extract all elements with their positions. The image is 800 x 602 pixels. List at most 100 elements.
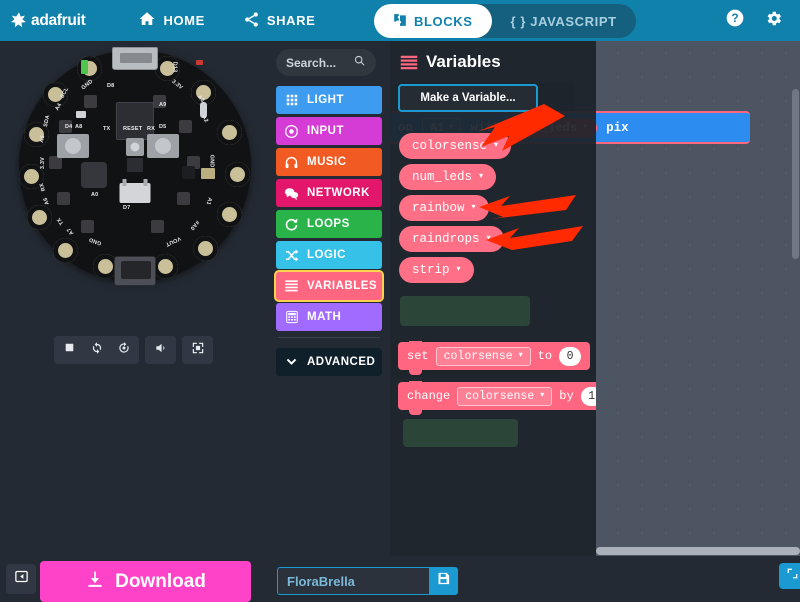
set-variable-block[interactable]: set colorsense ▾ to 0	[398, 342, 590, 370]
variable-pill-label: raindrops	[412, 232, 480, 246]
mute-button[interactable]	[147, 338, 174, 362]
restart-button[interactable]	[83, 338, 110, 362]
download-button[interactable]: Download	[40, 561, 251, 602]
loop-arrow-icon	[284, 217, 299, 232]
variable-pill-raindrops[interactable]: raindrops▾	[399, 226, 504, 252]
fullscreen-button[interactable]	[184, 338, 211, 362]
chevron-down-icon	[284, 355, 299, 370]
chat-bubble-icon	[284, 186, 299, 201]
settings-button[interactable]	[756, 4, 790, 38]
toolbox-category-logic[interactable]: LOGIC	[276, 241, 382, 269]
accelerometer[interactable]	[127, 158, 143, 172]
label-a8: A8	[75, 124, 82, 130]
project-name-input[interactable]	[277, 567, 429, 595]
flyout-faded-block-bottom	[403, 419, 518, 447]
workspace-vertical-scrollbar[interactable]	[792, 89, 799, 259]
label-a0s: A0	[91, 192, 98, 198]
chevron-down-icon: ▾	[472, 204, 476, 212]
toolbox-category-advanced[interactable]: ADVANCED	[276, 348, 382, 376]
toolbox-category-variables[interactable]: VARIABLES	[276, 272, 382, 300]
neopixel-5	[151, 220, 164, 233]
slide-switch-d7[interactable]	[120, 183, 151, 203]
home-button[interactable]: HOME	[125, 0, 217, 41]
pad-rx-a6[interactable]	[27, 205, 52, 230]
variable-pill-rainbow[interactable]: rainbow ▾	[399, 195, 489, 221]
toolbox-category-loops[interactable]: LOOPS	[276, 210, 382, 238]
change-value-input[interactable]: 1	[581, 387, 596, 406]
target-icon	[284, 124, 299, 139]
set-value-input[interactable]: 0	[559, 347, 581, 366]
toolbox-category-math[interactable]: MATH	[276, 303, 382, 331]
simulator-controls	[54, 336, 213, 364]
toolbox-category-input[interactable]: INPUT	[276, 117, 382, 145]
variable-pill-colorsense[interactable]: colorsense▾	[399, 133, 511, 159]
toolbox-category-label: INPUT	[307, 125, 344, 137]
zoom-corner-button[interactable]	[779, 563, 800, 589]
audio-controls	[145, 336, 176, 364]
pad-a1[interactable]	[217, 202, 242, 227]
toolbox-category-label: VARIABLES	[307, 280, 377, 292]
search-icon	[353, 54, 366, 72]
slow-motion-icon	[117, 341, 131, 360]
share-button[interactable]: SHARE	[230, 0, 329, 41]
download-label: Download	[115, 571, 206, 593]
stop-button[interactable]	[56, 338, 83, 362]
pad-vout[interactable]	[153, 254, 178, 279]
button-b-d5[interactable]	[147, 134, 179, 158]
chevron-down-icon: ▾	[457, 266, 461, 274]
slow-motion-button[interactable]	[110, 338, 137, 362]
variable-pill-strip[interactable]: strip▾	[399, 257, 474, 283]
tab-javascript[interactable]: { } JAVASCRIPT	[492, 4, 636, 38]
workspace-horizontal-scrollbar[interactable]	[596, 547, 800, 555]
adafruit-brand[interactable]: adafruit	[0, 11, 85, 31]
make-a-variable-label: Make a Variable...	[420, 92, 515, 104]
pad-a2[interactable]	[217, 120, 242, 145]
speaker-a0	[81, 162, 107, 188]
tab-blocks[interactable]: BLOCKS	[374, 4, 492, 38]
help-button[interactable]: ?	[718, 4, 752, 38]
change-variable-dropdown[interactable]: colorsense ▾	[457, 387, 552, 406]
reset-button[interactable]	[126, 138, 144, 156]
battery-connector	[114, 256, 156, 286]
collapse-simulator-button[interactable]	[6, 564, 36, 594]
playback-controls	[54, 336, 139, 364]
category-divider	[278, 337, 380, 338]
home-icon	[138, 10, 156, 31]
speaker-icon	[154, 341, 168, 360]
pad-a0-audio[interactable]	[193, 236, 218, 261]
home-label: HOME	[163, 13, 204, 28]
flyout-title-label: Variables	[426, 52, 501, 72]
chevron-down-icon: ▾	[540, 392, 544, 400]
toolbox-category-label: LOGIC	[307, 249, 346, 261]
toolbox-category-light[interactable]: LIGHT	[276, 86, 382, 114]
light-sensor-a8[interactable]	[76, 111, 86, 118]
toolbox-category-label: LIGHT	[307, 94, 344, 106]
tab-blocks-label: BLOCKS	[414, 14, 473, 29]
toolbox-category-network[interactable]: NETWORK	[276, 179, 382, 207]
set-variable-name: colorsense	[444, 350, 513, 363]
simulator-panel: D13 GND D8 SCL A4 SDA A5 3.3V RX A6 TX A…	[0, 41, 268, 556]
make-a-variable-button[interactable]: Make a Variable...	[398, 84, 538, 112]
refresh-icon	[90, 341, 104, 360]
infrared-transceiver	[201, 168, 215, 179]
save-project-button[interactable]	[429, 567, 458, 595]
view-controls	[182, 336, 213, 364]
toolbox-category-music[interactable]: MUSIC	[276, 148, 382, 176]
variables-lines-icon	[400, 55, 418, 70]
variables-flyout: Variables Make a Variable... colorsense▾…	[390, 41, 596, 556]
category-list: LIGHT INPUT MUSIC NETWORK LOOPS LOGIC VARIABLE…	[276, 86, 382, 379]
lines-icon	[284, 279, 299, 294]
share-label: SHARE	[267, 13, 316, 28]
label-3v3-l: 3.3V	[40, 157, 46, 169]
set-variable-dropdown[interactable]: colorsense ▾	[436, 347, 531, 366]
variable-pill-num_leds[interactable]: num_leds▾	[399, 164, 496, 190]
label-d13: D13	[171, 62, 177, 73]
variable-pill-label: rainbow	[412, 201, 465, 215]
neopixel-4	[81, 220, 94, 233]
pad-gnd-right[interactable]	[225, 162, 250, 187]
change-variable-block[interactable]: change colorsense ▾ by 1	[398, 382, 596, 410]
search-input[interactable]: Search...	[276, 49, 376, 76]
circuit-playground-board[interactable]: D13 GND D8 SCL A4 SDA A5 3.3V RX A6 TX A…	[19, 50, 251, 282]
pad-tx-a7[interactable]	[53, 238, 78, 263]
button-a-d4[interactable]	[57, 134, 89, 158]
